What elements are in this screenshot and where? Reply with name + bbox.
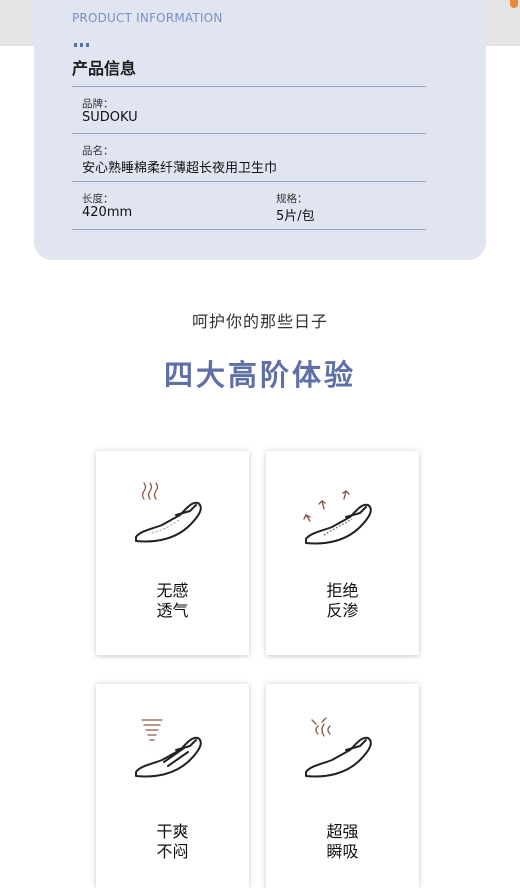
product-info-card: PRODUCT INFORMATION 产品信息 品牌： SUDOKU 品名： … <box>34 0 486 260</box>
anti-backflow-pad-icon <box>303 490 372 545</box>
orange-accent-dot <box>510 0 518 8</box>
feature-title-line2: 不闷 <box>156 842 189 861</box>
feature-card-breathable: 无感 透气 <box>96 451 249 655</box>
brand-value: SUDOKU <box>82 110 138 125</box>
divider <box>72 181 426 182</box>
product-name-value: 安心熟睡棉柔纤薄超长夜用卫生巾 <box>82 161 278 176</box>
divider <box>72 86 426 87</box>
feature-card-anti-backflow: 拒绝 反渗 <box>266 451 419 655</box>
section-title-cn: 产品信息 <box>72 59 137 78</box>
headline: 四大高阶体验 <box>163 358 356 392</box>
length-value: 420mm <box>82 205 133 220</box>
feature-title-line2: 透气 <box>156 601 189 620</box>
brand-label: 品牌： <box>82 98 114 110</box>
instant-absorb-pad-icon <box>305 717 372 778</box>
divider <box>72 133 426 134</box>
divider <box>72 229 426 230</box>
spec-value: 5片/包 <box>276 209 315 224</box>
feature-title-line2: 瞬吸 <box>326 842 359 861</box>
length-label: 长度： <box>82 193 114 205</box>
section-dots-decoration <box>74 32 92 51</box>
spec-label: 规格： <box>276 193 308 205</box>
section-title-en: PRODUCT INFORMATION <box>72 11 223 25</box>
product-name-label: 品名： <box>82 145 114 157</box>
dry-pad-icon <box>135 719 202 778</box>
feature-card-dry: 干爽 不闷 <box>96 684 249 888</box>
feature-card-instant-absorb: 超强 瞬吸 <box>266 684 419 888</box>
breathable-pad-icon <box>135 482 202 543</box>
tagline: 呵护你的那些日子 <box>191 312 328 331</box>
feature-title-line2: 反渗 <box>326 601 359 620</box>
